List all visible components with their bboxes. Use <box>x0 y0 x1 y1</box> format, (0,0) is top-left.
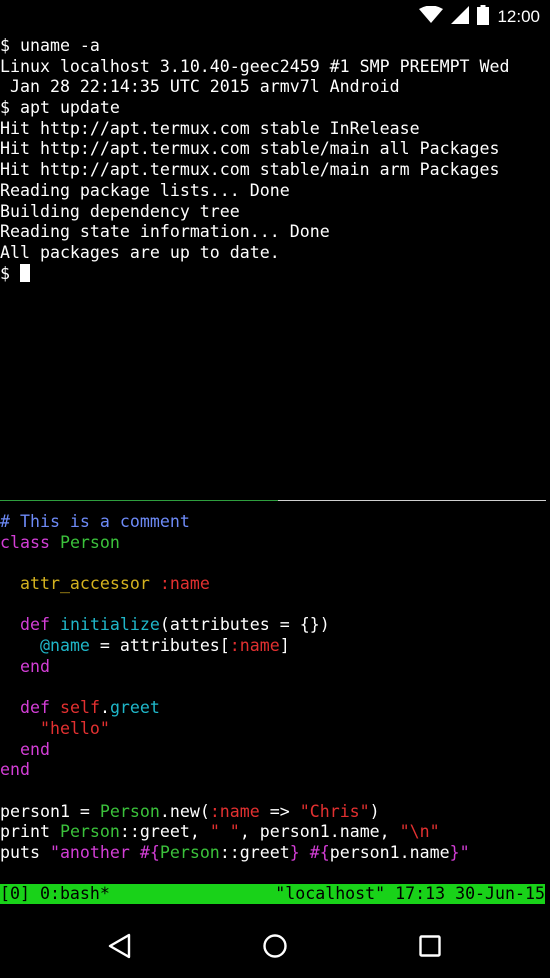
code-line: end <box>0 740 550 761</box>
code-pane[interactable]: # This is a comment class Person attr_ac… <box>0 512 550 864</box>
code-text: print <box>0 822 60 842</box>
prompt: $ <box>0 263 20 283</box>
code-string: "hello" <box>39 718 110 738</box>
code-string: "\n" <box>399 822 440 842</box>
terminal-line: Jan 28 22:14:35 UTC 2015 armv7l Android <box>0 77 400 97</box>
code-text: ::greet, <box>119 822 210 842</box>
code-self: self <box>59 698 100 718</box>
code-line: print Person::greet, " ", person1.name, … <box>0 822 550 843</box>
code-symbol: :name <box>229 636 280 656</box>
code-text: => <box>259 801 300 821</box>
status-bar: 12:00 <box>0 0 550 32</box>
signal-icon <box>451 6 470 28</box>
code-line: end <box>0 657 550 678</box>
recents-button[interactable] <box>416 932 444 960</box>
active-pane-indicator <box>0 500 278 501</box>
code-line: def initialize(attributes = {}) <box>0 615 550 636</box>
code-string: "Chris" <box>299 801 370 821</box>
code-string: " " <box>209 822 240 842</box>
code-text: . <box>99 698 110 718</box>
navigation-bar <box>0 912 550 978</box>
code-symbol: :name <box>159 574 210 594</box>
terminal-line: Hit http://apt.termux.com stable/main ar… <box>0 160 500 180</box>
code-constant: Person <box>59 532 120 552</box>
battery-icon <box>477 5 490 29</box>
code-string: } #{ <box>289 843 330 862</box>
wifi-icon <box>419 5 444 28</box>
code-line: # This is a comment <box>0 512 550 533</box>
terminal-line: Building dependency tree <box>0 201 240 221</box>
code-method: attr_accessor <box>19 574 150 594</box>
code-keyword: end <box>19 656 50 676</box>
tmux-window-list[interactable]: [0] 0:bash* <box>0 884 110 904</box>
code-method: greet <box>109 698 160 718</box>
terminal-line: Reading package lists... Done <box>0 180 290 200</box>
code-text: (attributes = {}) <box>159 615 330 635</box>
home-button[interactable] <box>261 932 289 960</box>
code-line: puts "another #{Person::greet} #{person1… <box>0 843 550 864</box>
code-keyword: end <box>19 739 50 759</box>
code-text: = attributes[ <box>89 636 230 656</box>
back-button[interactable] <box>106 932 134 960</box>
code-text: ] <box>279 636 290 656</box>
prompt-line[interactable]: $ <box>0 263 550 285</box>
terminal-line: Linux localhost 3.10.40-geec2459 #1 SMP … <box>0 56 510 76</box>
code-line: end <box>0 760 550 781</box>
code-line: class Person <box>0 533 550 554</box>
terminal-line: All packages are up to date. <box>0 242 280 262</box>
code-text: ::greet <box>219 843 290 862</box>
home-icon <box>263 934 287 958</box>
code-symbol: :name <box>209 801 260 821</box>
code-text: puts <box>0 843 50 862</box>
terminal-line: Hit http://apt.termux.com stable/main al… <box>0 139 500 159</box>
code-line: person1 = Person.new(:name => "Chris") <box>0 802 550 823</box>
code-line: def self.greet <box>0 698 550 719</box>
code-keyword: def <box>19 615 50 635</box>
code-constant: Person <box>59 822 120 842</box>
terminal-line: $ uname -a <box>0 36 100 55</box>
code-text: ) <box>369 801 380 821</box>
cursor <box>19 263 30 282</box>
code-line: "hello" <box>0 719 550 740</box>
tmux-status-bar: [0] 0:bash* "localhost" 17:13 30-Jun-15 <box>0 884 545 904</box>
code-text: person1.name <box>329 843 450 862</box>
code-constant: Person <box>99 801 160 821</box>
terminal-line: $ apt update <box>0 98 120 118</box>
code-keyword: end <box>0 760 30 780</box>
code-ivar: @name <box>39 636 90 656</box>
tmux-host-clock: "localhost" 17:13 30-Jun-15 <box>275 884 545 903</box>
code-string: "another #{ <box>49 843 160 862</box>
pane-divider[interactable] <box>0 500 546 501</box>
code-comment: # This is a comment <box>0 512 190 531</box>
code-method: initialize <box>59 615 160 635</box>
code-keyword: class <box>0 532 50 552</box>
status-icons: 12:00 <box>419 5 540 29</box>
back-icon <box>108 933 131 959</box>
terminal-line: Hit http://apt.termux.com stable InRelea… <box>0 118 420 138</box>
terminal-line: Reading state information... Done <box>0 222 330 242</box>
code-text: person1 = <box>0 801 100 821</box>
code-line: attr_accessor :name <box>0 574 550 595</box>
code-keyword: def <box>19 698 50 718</box>
code-line: @name = attributes[:name] <box>0 636 550 657</box>
code-text: , person1.name, <box>239 822 400 842</box>
clock: 12:00 <box>497 7 540 26</box>
code-text: .new( <box>159 801 210 821</box>
code-constant: Person <box>159 843 220 862</box>
terminal-pane-top[interactable]: $ uname -a Linux localhost 3.10.40-geec2… <box>0 36 550 284</box>
code-string: }" <box>449 843 470 862</box>
recents-icon <box>419 935 441 957</box>
